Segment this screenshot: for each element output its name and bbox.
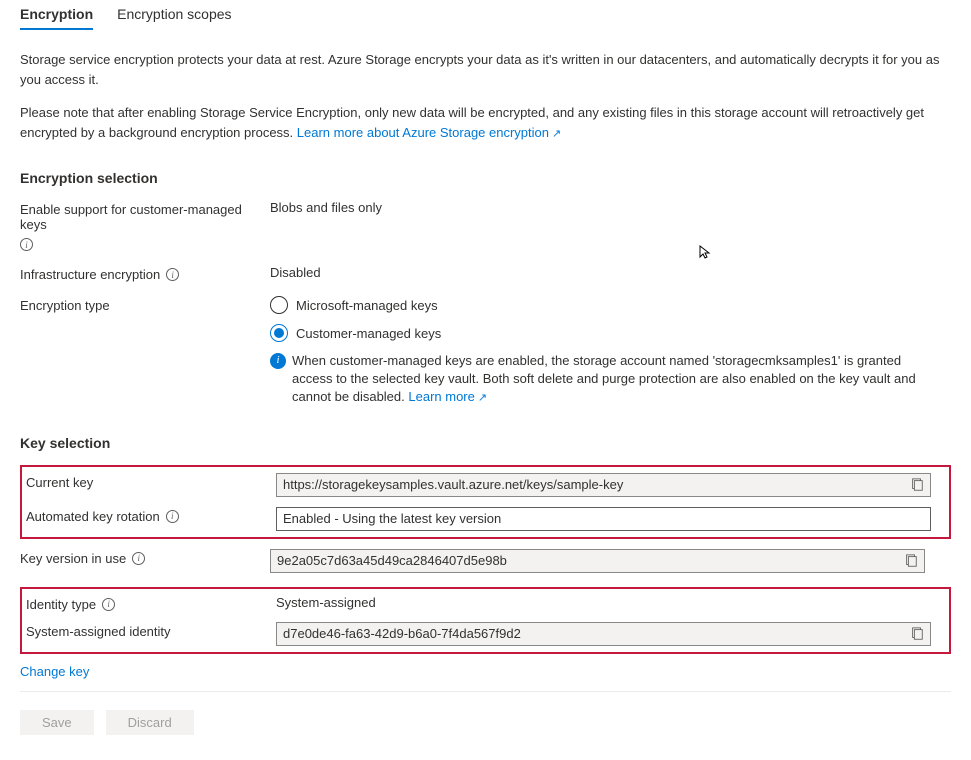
info-icon[interactable]: i [102,598,115,611]
rotation-label: Automated key rotation i [26,507,276,524]
discard-button[interactable]: Discard [106,710,194,735]
tab-encryption[interactable]: Encryption [20,0,93,30]
identity-type-label-text: Identity type [26,597,96,612]
identity-type-value: System-assigned [276,595,945,610]
info-filled-icon: i [270,353,286,369]
current-key-label: Current key [26,473,276,490]
copy-icon[interactable] [910,478,924,492]
rotation-value: Enabled - Using the latest key version [283,511,501,526]
radio-ms-label: Microsoft-managed keys [296,298,438,313]
intro-text-1: Storage service encryption protects your… [20,50,951,89]
info-icon[interactable]: i [132,552,145,565]
infra-encryption-label: Infrastructure encryption i [20,265,270,282]
intro-text-2: Please note that after enabling Storage … [20,103,951,142]
key-version-label: Key version in use i [20,549,270,566]
highlight-identity: Identity type i System-assigned System-a… [20,587,951,654]
save-button[interactable]: Save [20,710,94,735]
rotation-label-text: Automated key rotation [26,509,160,524]
divider [20,691,951,692]
change-key-link[interactable]: Change key [20,664,89,679]
key-selection-heading: Key selection [20,435,951,451]
cmk-info-note-text: When customer-managed keys are enabled, … [292,353,916,404]
copy-icon[interactable] [910,627,924,641]
learn-more-cmk-link[interactable]: Learn more [408,389,487,404]
identity-type-label: Identity type i [26,595,276,612]
system-identity-label: System-assigned identity [26,622,276,639]
infra-encryption-label-text: Infrastructure encryption [20,267,160,282]
cmk-support-value: Blobs and files only [270,200,951,215]
current-key-value: https://storagekeysamples.vault.azure.ne… [283,477,623,492]
copy-icon[interactable] [904,554,918,568]
radio-cmk-label: Customer-managed keys [296,326,441,341]
highlight-current-key-rotation: Current key https://storagekeysamples.va… [20,465,951,539]
radio-icon [270,296,288,314]
info-icon[interactable]: i [166,268,179,281]
learn-more-storage-encryption-link[interactable]: Learn more about Azure Storage encryptio… [297,125,562,140]
encryption-type-label: Encryption type [20,296,270,313]
cmk-support-label-text: Enable support for customer-managed keys [20,202,270,232]
key-version-label-text: Key version in use [20,551,126,566]
info-icon[interactable]: i [166,510,179,523]
info-icon[interactable]: i [20,238,33,251]
infra-encryption-value: Disabled [270,265,951,280]
radio-microsoft-managed-keys[interactable]: Microsoft-managed keys [270,296,951,314]
radio-customer-managed-keys[interactable]: Customer-managed keys [270,324,951,342]
radio-icon [270,324,288,342]
system-identity-field[interactable]: d7e0de46-fa63-42d9-b6a0-7f4da567f9d2 [276,622,931,646]
system-identity-value: d7e0de46-fa63-42d9-b6a0-7f4da567f9d2 [283,626,521,641]
rotation-field[interactable]: Enabled - Using the latest key version [276,507,931,531]
current-key-field[interactable]: https://storagekeysamples.vault.azure.ne… [276,473,931,497]
cmk-support-label: Enable support for customer-managed keys… [20,200,270,251]
encryption-selection-heading: Encryption selection [20,170,951,186]
cmk-info-note: i When customer-managed keys are enabled… [270,352,930,407]
tab-bar: Encryption Encryption scopes [20,0,951,30]
tab-encryption-scopes[interactable]: Encryption scopes [117,0,231,30]
key-version-value: 9e2a05c7d63a45d49ca2846407d5e98b [277,553,507,568]
key-version-field[interactable]: 9e2a05c7d63a45d49ca2846407d5e98b [270,549,925,573]
